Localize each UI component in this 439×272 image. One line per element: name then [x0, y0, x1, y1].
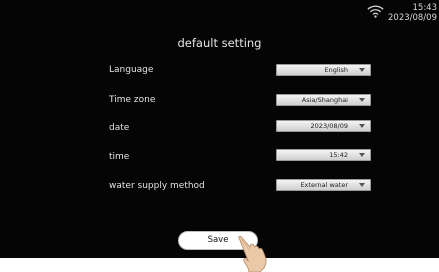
language-label: Language — [109, 65, 154, 75]
time-label: time — [109, 152, 130, 162]
time-select[interactable]: 15:42 — [276, 149, 371, 161]
language-select[interactable]: English — [276, 64, 371, 76]
status-time: 15:43 — [412, 3, 438, 13]
language-value: English — [324, 66, 348, 74]
wifi-icon — [367, 5, 384, 18]
dropdown-arrow-icon — [359, 183, 365, 187]
dropdown-arrow-icon — [359, 153, 365, 157]
status-date: 2023/08/09 — [388, 13, 437, 23]
status-bar: 15:43 2023/08/09 — [367, 3, 437, 23]
timezone-label: Time zone — [109, 95, 156, 105]
date-value: 2023/08/09 — [310, 122, 348, 130]
pointing-hand-icon — [238, 236, 267, 272]
water-supply-label: water supply method — [109, 181, 205, 191]
dropdown-arrow-icon — [359, 68, 365, 72]
timezone-value: Asia/Shanghai — [301, 96, 348, 104]
dropdown-arrow-icon — [359, 124, 365, 128]
device-screen: 15:43 2023/08/09 default setting Languag… — [0, 0, 439, 258]
water-supply-value: External water — [300, 181, 348, 189]
timezone-select[interactable]: Asia/Shanghai — [276, 94, 371, 106]
date-select[interactable]: 2023/08/09 — [276, 120, 371, 132]
status-clock: 15:43 2023/08/09 — [388, 3, 437, 23]
time-value: 15:42 — [329, 151, 348, 159]
water-supply-select[interactable]: External water — [276, 179, 371, 191]
dropdown-arrow-icon — [359, 98, 365, 102]
page-title: default setting — [177, 36, 262, 50]
date-label: date — [109, 123, 130, 133]
